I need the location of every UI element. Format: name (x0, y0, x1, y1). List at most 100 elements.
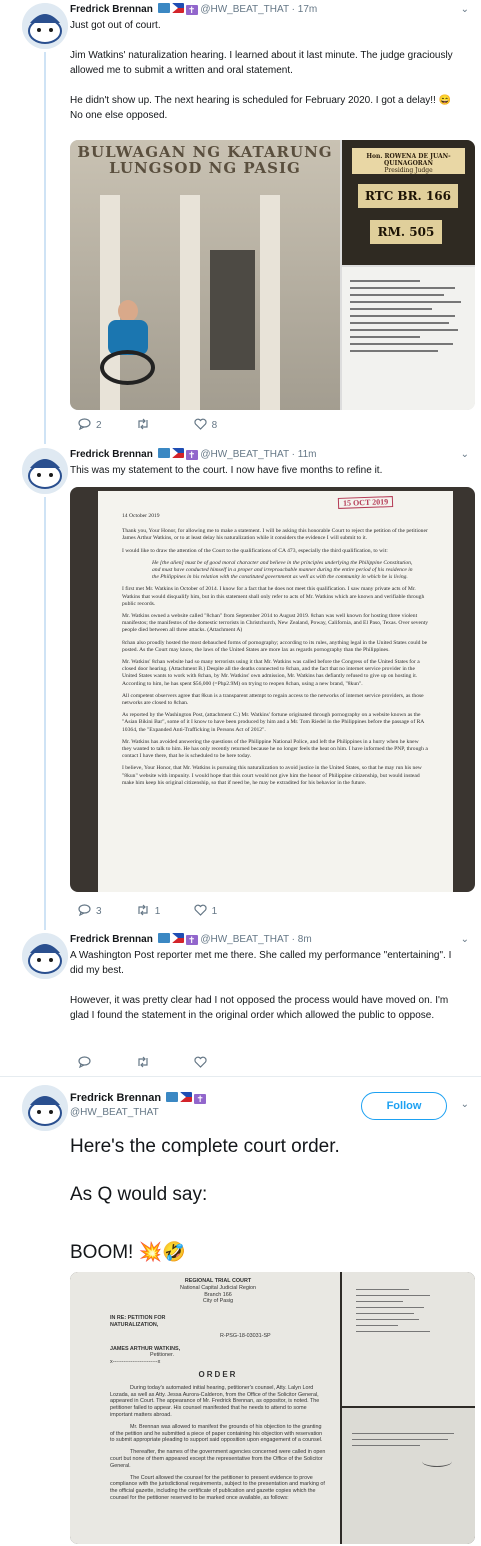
cross-emoji-icon: ✝ (185, 935, 198, 945)
author-name[interactable]: Fredrick Brennan (70, 4, 153, 15)
reply-button[interactable]: 3 (78, 904, 133, 917)
symbols-emoji-icon (166, 1092, 179, 1102)
chevron-down-icon[interactable]: ⌄ (461, 4, 469, 15)
plaque-judge-name: Hon. ROWENA DE JUAN-QUINAGORAN (366, 153, 451, 167)
like-button[interactable]: 8 (193, 418, 249, 431)
author-name[interactable]: Fredrick Brennan (70, 449, 153, 460)
doc-paragraph: Mr. Watkins' 8chan website had so many t… (122, 659, 420, 687)
tweet-paragraph: However, it was pretty clear had I not o… (70, 995, 449, 1021)
doc-paragraph: I believe, Your Honor, that Mr. Watkins … (122, 765, 422, 786)
tweet-header: Fredrick Brennan ✝ @HW_BEAT_THAT · 11m (70, 448, 317, 460)
tweet-2[interactable]: Fredrick Brennan ✝ @HW_BEAT_THAT · 11m ⌄… (0, 445, 481, 930)
person-in-wheelchair (100, 300, 155, 390)
tweet-header: Fredrick Brennan ✝ (70, 1092, 207, 1104)
tweet-time[interactable]: 8m (298, 934, 312, 945)
court-order-page-2-photo[interactable] (342, 1272, 475, 1406)
tweet-paragraph: Just got out of court. (70, 20, 161, 31)
court-order-page-3-photo[interactable] (342, 1408, 475, 1544)
retweet-button[interactable] (136, 418, 191, 431)
tweet-paragraph: He didn't show up. The next hearing is s… (70, 95, 452, 121)
reply-button[interactable] (78, 1056, 133, 1069)
reply-button[interactable]: 2 (78, 418, 133, 431)
order-title: ORDER (198, 1369, 238, 1379)
court-city: City of Pasig (202, 1298, 234, 1305)
order-paragraph: During today's automated initial hearing… (110, 1384, 320, 1418)
tweet-line: Here's the complete court order. (70, 1136, 340, 1157)
chevron-down-icon[interactable]: ⌄ (461, 934, 469, 945)
petitioner-name: JAMES ARTHUR WATKINS, (110, 1345, 181, 1352)
court-region: National Capital Judicial Region (179, 1284, 257, 1291)
author-name[interactable]: Fredrick Brennan (70, 934, 153, 945)
column (260, 195, 280, 410)
signature-mark (422, 1456, 452, 1467)
retweet-button[interactable] (136, 1056, 191, 1069)
tweet-paragraph: A Washington Post reporter met me there.… (70, 950, 452, 976)
case-number: R-PSG-18-03031-SP (220, 1332, 271, 1339)
petitioner-role: Petitioner. (150, 1352, 174, 1359)
building-sign: BULWAGAN NG KATARUNG LUNGSOD NG PASIG (70, 144, 340, 176)
cross-emoji-icon: ✝ (185, 450, 198, 460)
like-button[interactable] (193, 1056, 249, 1069)
retweet-button[interactable]: 1 (136, 904, 191, 917)
philippines-flag-icon (171, 3, 184, 13)
court-order-paper: REGIONAL TRIAL COURT National Capital Ju… (110, 1278, 326, 1544)
tweet-line: BOOM! 💥🤣 (70, 1242, 186, 1263)
plaque-judge-title: Presiding Judge (384, 167, 433, 174)
reply-icon (78, 418, 91, 431)
doc-quote: He [the alien] must be of good moral cha… (152, 559, 413, 581)
photo-grid[interactable]: BULWAGAN NG KATARUNG LUNGSOD NG PASIG Ho… (70, 140, 475, 410)
author-handle[interactable]: @HW_BEAT_THAT (200, 934, 289, 945)
doc-paragraph: Thank you, Your Honor, for allowing me t… (122, 528, 428, 542)
tweet-actions (78, 1056, 249, 1069)
separator-dashes: x-------------------------x (110, 1359, 161, 1366)
retweet-icon (138, 1056, 148, 1068)
sign-line-2: LUNGSOD NG PASIG (109, 159, 301, 177)
doc-paragraph: Mr. Watkins owned a website called "8cha… (122, 613, 429, 634)
tweet-time[interactable]: 11m (298, 449, 317, 460)
avatar[interactable] (22, 448, 68, 494)
court-order-photo[interactable]: REGIONAL TRIAL COURT National Capital Ju… (70, 1272, 340, 1544)
like-button[interactable]: 1 (193, 904, 249, 917)
tweet-text: A Washington Post reporter met me there.… (70, 948, 465, 1038)
sign-line-1: BULWAGAN NG KATARUNG (77, 143, 333, 161)
avatar[interactable] (22, 933, 68, 979)
courthouse-photo[interactable]: BULWAGAN NG KATARUNG LUNGSOD NG PASIG (70, 140, 340, 410)
doc-paragraph: I would like to draw the attention of th… (122, 547, 388, 554)
author-handle[interactable]: @HW_BEAT_THAT (70, 1107, 159, 1118)
plaques-photo[interactable]: Hon. ROWENA DE JUAN-QUINAGORAN Presiding… (342, 140, 475, 265)
retweet-count: 1 (154, 906, 161, 917)
symbols-emoji-icon (157, 3, 170, 13)
author-handle[interactable]: @HW_BEAT_THAT (200, 449, 289, 460)
tweet-actions: 3 1 1 (78, 904, 249, 917)
chevron-down-icon[interactable]: ⌄ (461, 1099, 469, 1110)
author-handle[interactable]: @HW_BEAT_THAT (200, 4, 289, 15)
plaque-branch: RTC BR. 166 (358, 184, 458, 208)
tweet-text: Just got out of court. Jim Watkins' natu… (70, 18, 465, 138)
court-branch: Branch 166 (204, 1291, 232, 1298)
thread-line (44, 52, 46, 444)
like-count: 1 (211, 906, 218, 917)
heart-icon (193, 1056, 207, 1068)
order-paragraph: Thereafter, the names of the government … (110, 1449, 326, 1469)
tweet-3[interactable]: Fredrick Brennan ✝ @HW_BEAT_THAT · 8m ⌄ … (0, 930, 481, 1078)
tweet-time[interactable]: 17m (298, 4, 317, 15)
doc-paragraph: 8chan also proudly hosted the most debau… (122, 639, 428, 653)
tweet-line: As Q would say: (70, 1184, 208, 1205)
follow-button[interactable]: Follow (361, 1092, 447, 1120)
reply-icon (78, 1056, 91, 1069)
avatar[interactable] (22, 3, 68, 49)
avatar[interactable] (22, 1085, 68, 1131)
author-name[interactable]: Fredrick Brennan (70, 1092, 161, 1104)
cross-emoji-icon: ✝ (194, 1094, 207, 1104)
tweet-1[interactable]: Fredrick Brennan ✝ @HW_BEAT_THAT · 17m ⌄… (0, 0, 481, 444)
chevron-down-icon[interactable]: ⌄ (461, 449, 469, 460)
statement-photo[interactable]: 15 OCT 2019 14 October 2019 Thank you, Y… (70, 487, 475, 892)
court-order-photo-grid[interactable]: REGIONAL TRIAL COURT National Capital Ju… (70, 1272, 475, 1544)
order-paragraph: Mr. Brennan was allowed to manifest the … (110, 1423, 323, 1444)
received-stamp: 15 OCT 2019 (337, 496, 394, 510)
philippines-flag-icon (171, 933, 184, 943)
order-paragraph: The Court allowed the counsel for the pe… (110, 1474, 325, 1501)
avatar-image (22, 1085, 68, 1131)
doc-paragraph: I first met Mr. Watkins in October of 20… (122, 586, 425, 607)
statement-document-photo[interactable] (342, 267, 475, 410)
